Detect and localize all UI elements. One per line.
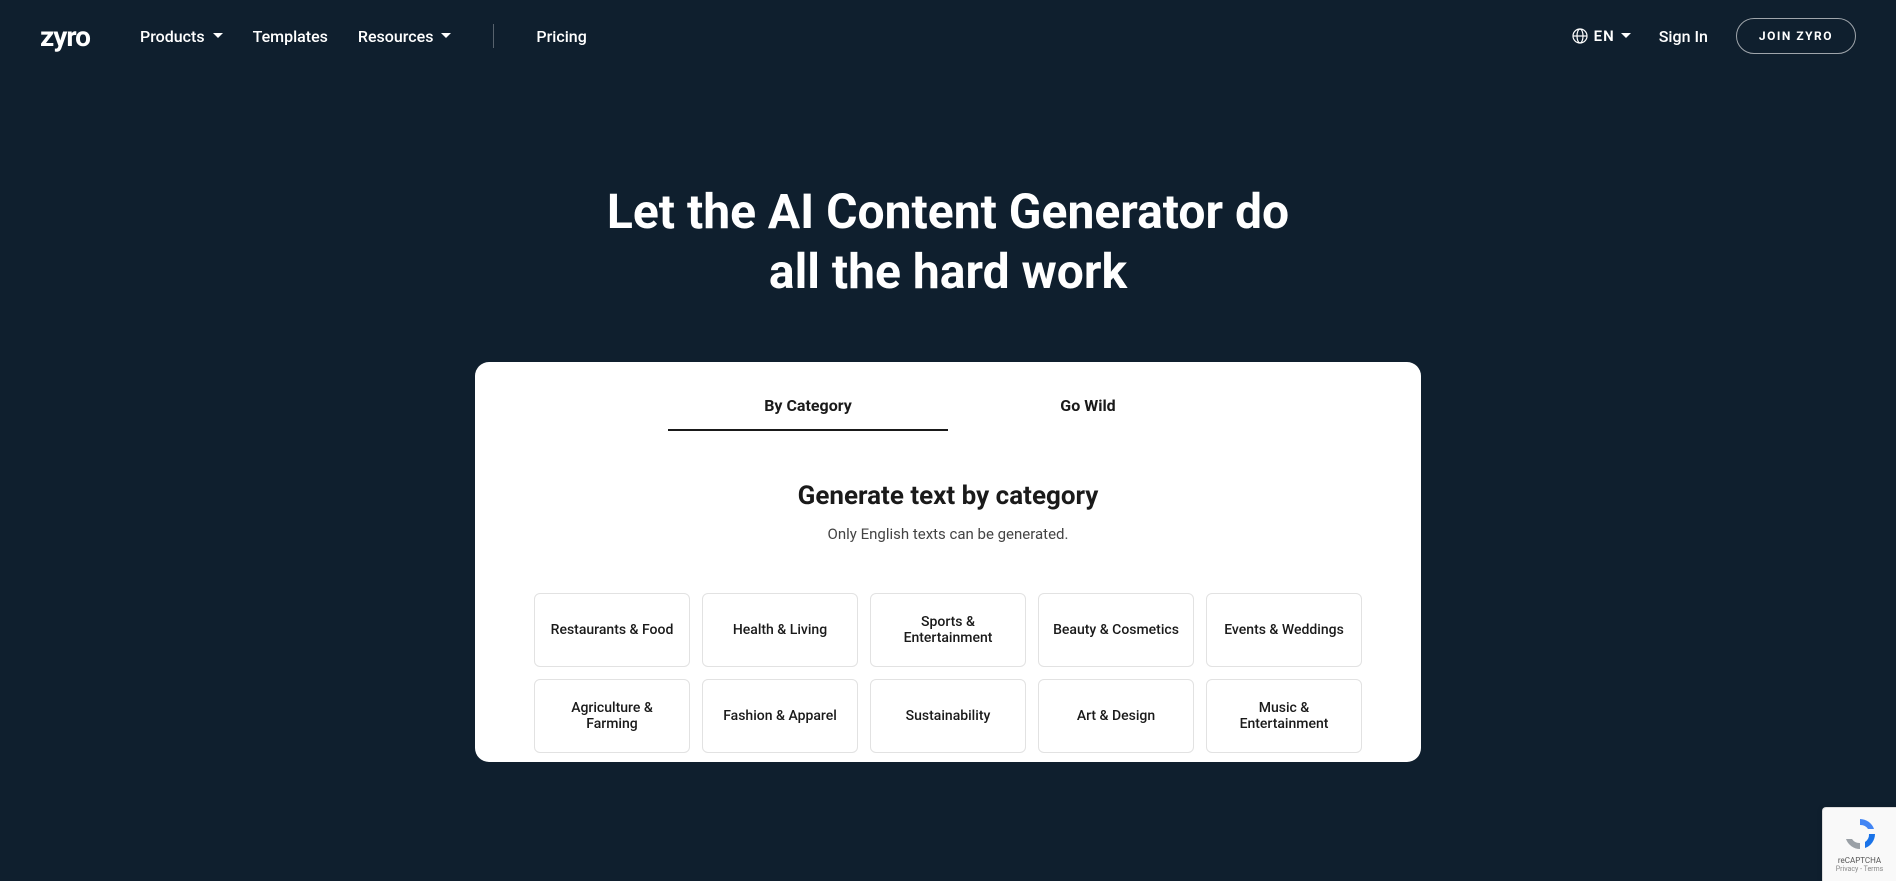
category-label: Health & Living bbox=[733, 622, 827, 638]
category-label: Music & Entertainment bbox=[1217, 700, 1351, 732]
hero-line1: Let the AI Content Generator do bbox=[607, 183, 1289, 240]
category-sustainability[interactable]: Sustainability bbox=[870, 679, 1026, 753]
nav-pricing[interactable]: Pricing bbox=[536, 27, 586, 46]
category-label: Fashion & Apparel bbox=[723, 708, 837, 724]
nav-resources-label: Resources bbox=[358, 27, 434, 46]
category-health-living[interactable]: Health & Living bbox=[702, 593, 858, 667]
category-sports-entertainment[interactable]: Sports & Entertainment bbox=[870, 593, 1026, 667]
category-label: Events & Weddings bbox=[1224, 622, 1344, 638]
recaptcha-icon bbox=[1842, 816, 1878, 852]
tab-go-wild-label: Go Wild bbox=[1060, 396, 1115, 415]
sign-in-link[interactable]: Sign In bbox=[1659, 27, 1708, 46]
join-label: JOIN ZYRO bbox=[1759, 29, 1833, 43]
sign-in-label: Sign In bbox=[1659, 27, 1708, 46]
header: zyro Products Templates Resources Pricin… bbox=[0, 0, 1896, 72]
nav-products-label: Products bbox=[140, 27, 205, 46]
category-label: Beauty & Cosmetics bbox=[1053, 622, 1179, 638]
card-subtitle: Only English texts can be generated. bbox=[475, 525, 1421, 543]
hero: Let the AI Content Generator do all the … bbox=[0, 72, 1896, 302]
recaptcha-badge[interactable]: reCAPTCHA Privacy - Terms bbox=[1822, 807, 1896, 881]
tab-by-category-label: By Category bbox=[764, 396, 852, 415]
generator-card: By Category Go Wild Generate text by cat… bbox=[475, 362, 1421, 762]
language-picker[interactable]: EN bbox=[1572, 27, 1631, 45]
nav-pricing-label: Pricing bbox=[536, 27, 586, 46]
chevron-down-icon bbox=[213, 31, 223, 41]
brand-name: zyro bbox=[40, 20, 90, 53]
category-label: Restaurants & Food bbox=[551, 622, 674, 638]
category-label: Agriculture & Farming bbox=[545, 700, 679, 732]
category-restaurants-food[interactable]: Restaurants & Food bbox=[534, 593, 690, 667]
card-title: Generate text by category bbox=[475, 481, 1421, 511]
nav-templates[interactable]: Templates bbox=[253, 27, 328, 46]
nav-resources[interactable]: Resources bbox=[358, 27, 452, 46]
main-nav: Products Templates Resources Pricing bbox=[140, 24, 1572, 48]
header-right: EN Sign In JOIN ZYRO bbox=[1572, 18, 1856, 54]
hero-line2: all the hard work bbox=[769, 243, 1127, 300]
tab-go-wild[interactable]: Go Wild bbox=[948, 382, 1228, 431]
chevron-down-icon bbox=[441, 31, 451, 41]
nav-products[interactable]: Products bbox=[140, 27, 223, 46]
category-art-design[interactable]: Art & Design bbox=[1038, 679, 1194, 753]
category-label: Sports & Entertainment bbox=[881, 614, 1015, 646]
nav-divider bbox=[493, 24, 494, 48]
category-grid: Restaurants & Food Health & Living Sport… bbox=[475, 593, 1421, 753]
category-beauty-cosmetics[interactable]: Beauty & Cosmetics bbox=[1038, 593, 1194, 667]
chevron-down-icon bbox=[1621, 31, 1631, 41]
category-label: Sustainability bbox=[906, 708, 991, 724]
join-button[interactable]: JOIN ZYRO bbox=[1736, 18, 1856, 54]
category-agriculture-farming[interactable]: Agriculture & Farming bbox=[534, 679, 690, 753]
brand-logo[interactable]: zyro bbox=[40, 20, 90, 53]
tab-by-category[interactable]: By Category bbox=[668, 382, 948, 431]
globe-icon bbox=[1572, 28, 1588, 44]
recaptcha-links: Privacy - Terms bbox=[1836, 865, 1884, 873]
category-music-entertainment[interactable]: Music & Entertainment bbox=[1206, 679, 1362, 753]
hero-title: Let the AI Content Generator do all the … bbox=[0, 182, 1896, 302]
nav-templates-label: Templates bbox=[253, 27, 328, 46]
recaptcha-label: reCAPTCHA bbox=[1838, 856, 1881, 865]
language-label: EN bbox=[1594, 27, 1615, 45]
tabs: By Category Go Wild bbox=[475, 382, 1421, 431]
category-label: Art & Design bbox=[1077, 708, 1155, 724]
category-events-weddings[interactable]: Events & Weddings bbox=[1206, 593, 1362, 667]
category-fashion-apparel[interactable]: Fashion & Apparel bbox=[702, 679, 858, 753]
